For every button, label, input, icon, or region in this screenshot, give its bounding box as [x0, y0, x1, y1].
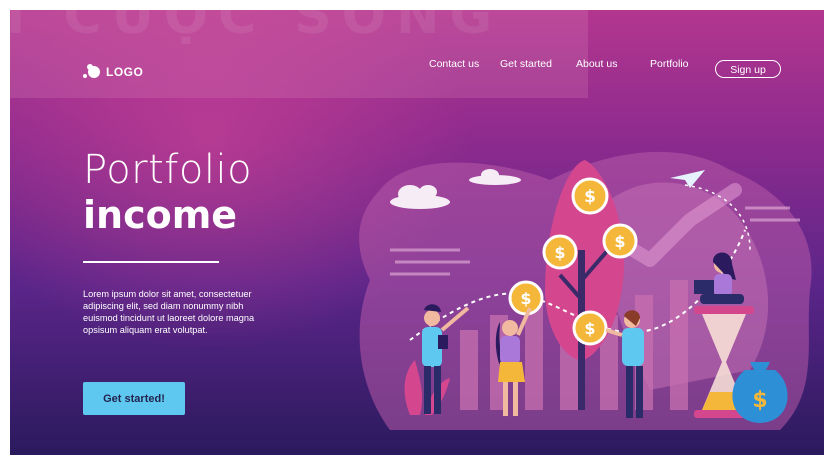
coin-symbol: $	[554, 243, 565, 262]
hero-title-line2: income	[83, 193, 238, 237]
signup-button[interactable]: Sign up	[715, 60, 781, 78]
landing-page-frame: I CUỘC SỐNG LOGO Contact us Get started …	[10, 10, 824, 455]
coin-icon: $	[572, 310, 608, 346]
coin-icon: $	[542, 234, 578, 270]
watermark: I CUỘC SỐNG	[10, 10, 503, 46]
coin-symbol: $	[614, 232, 625, 251]
hero-title-line1: Portfolio	[83, 147, 253, 193]
coin-icon: $	[508, 280, 544, 316]
logo[interactable]: LOGO	[82, 64, 143, 80]
hero-body: Lorem ipsum dolor sit amet, consectetuer…	[83, 289, 255, 335]
coin-symbol: $	[520, 289, 531, 308]
logo-icon	[83, 64, 100, 78]
nav-link-get-started[interactable]: Get started	[500, 58, 552, 70]
get-started-button[interactable]: Get started!	[83, 382, 185, 415]
hero-divider	[83, 261, 219, 263]
coin-symbol: $	[584, 319, 595, 338]
nav-link-about[interactable]: About us	[576, 58, 617, 70]
coin-icon: $	[571, 177, 609, 215]
logo-text: LOGO	[106, 65, 144, 79]
money-bag-symbol: $	[752, 388, 767, 413]
hero-title: Portfolio income	[83, 150, 252, 234]
nav-link-portfolio[interactable]: Portfolio	[650, 58, 689, 70]
portfolio-illustration: $ $ $ $ $ $	[359, 151, 812, 431]
coin-symbol: $	[584, 187, 596, 207]
nav-link-contact[interactable]: Contact us	[429, 58, 479, 70]
coin-icon: $	[602, 223, 638, 259]
